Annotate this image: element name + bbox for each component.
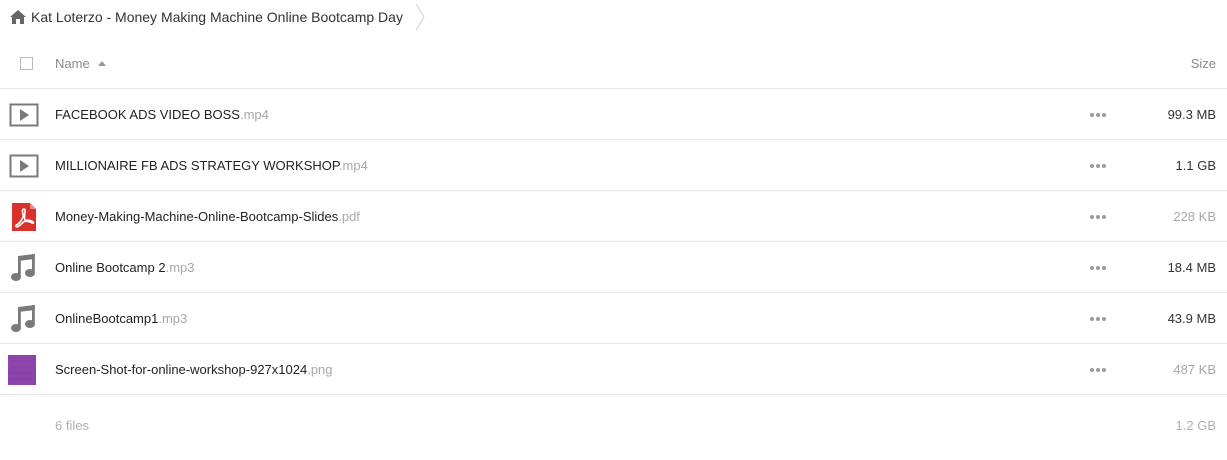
more-options-icon[interactable] [1090, 214, 1106, 220]
file-size: 1.1 GB [1175, 158, 1216, 173]
more-options-icon[interactable] [1090, 316, 1106, 322]
file-row[interactable]: Money-Making-Machine-Online-Bootcamp-Sli… [0, 191, 1227, 242]
file-row[interactable]: OnlineBootcamp1.mp3 43.9 MB [0, 293, 1227, 344]
name-column-header[interactable]: Name [55, 56, 106, 71]
file-extension: .pdf [338, 209, 360, 224]
file-name[interactable]: OnlineBootcamp1.mp3 [55, 311, 187, 326]
file-list: FACEBOOK ADS VIDEO BOSS.mp4 99.3 MB MILL… [0, 89, 1227, 395]
file-name[interactable]: Screen-Shot-for-online-workshop-927x1024… [55, 362, 333, 377]
file-name[interactable]: Online Bootcamp 2.mp3 [55, 260, 194, 275]
file-size: 18.4 MB [1167, 260, 1216, 275]
file-row[interactable]: Screen-Shot-for-online-workshop-927x1024… [0, 344, 1227, 395]
breadcrumb-separator-icon [415, 3, 425, 31]
file-name[interactable]: FACEBOOK ADS VIDEO BOSS.mp4 [55, 107, 269, 122]
file-list-footer: 6 files 1.2 GB [0, 395, 1227, 455]
file-row[interactable]: MILLIONAIRE FB ADS STRATEGY WORKSHOP.mp4… [0, 140, 1227, 191]
file-name[interactable]: MILLIONAIRE FB ADS STRATEGY WORKSHOP.mp4 [55, 158, 368, 173]
file-extension: .mp3 [158, 311, 188, 326]
file-size: 228 KB [1173, 209, 1216, 224]
video-icon [9, 154, 39, 178]
file-extension: .mp3 [165, 260, 195, 275]
video-icon [9, 103, 39, 127]
select-all-checkbox[interactable] [20, 57, 33, 70]
more-options-icon[interactable] [1090, 265, 1106, 271]
total-size: 1.2 GB [1175, 418, 1216, 433]
name-column-label: Name [55, 56, 90, 71]
music-note-icon [11, 254, 35, 281]
file-extension: .mp4 [338, 158, 368, 173]
sort-ascending-icon [97, 61, 106, 66]
file-size: 99.3 MB [1167, 107, 1216, 122]
music-note-icon [11, 305, 35, 332]
size-column-header[interactable]: Size [1191, 56, 1216, 71]
breadcrumb: Kat Loterzo - Money Making Machine Onlin… [0, 0, 425, 34]
breadcrumb-title[interactable]: Kat Loterzo - Money Making Machine Onlin… [31, 9, 403, 25]
file-name[interactable]: Money-Making-Machine-Online-Bootcamp-Sli… [55, 209, 360, 224]
file-list-header: Name Size [0, 38, 1227, 89]
more-options-icon[interactable] [1090, 112, 1106, 118]
file-extension: .png [307, 362, 333, 377]
file-row[interactable]: Online Bootcamp 2.mp3 18.4 MB [0, 242, 1227, 293]
file-size: 43.9 MB [1167, 311, 1216, 326]
more-options-icon[interactable] [1090, 367, 1106, 373]
more-options-icon[interactable] [1090, 163, 1106, 169]
file-row[interactable]: FACEBOOK ADS VIDEO BOSS.mp4 99.3 MB [0, 89, 1227, 140]
file-extension: .mp4 [239, 107, 269, 122]
file-size: 487 KB [1173, 362, 1216, 377]
image-thumbnail [8, 355, 36, 385]
file-count: 6 files [55, 418, 89, 433]
pdf-icon [12, 203, 36, 231]
home-icon[interactable] [10, 10, 26, 24]
